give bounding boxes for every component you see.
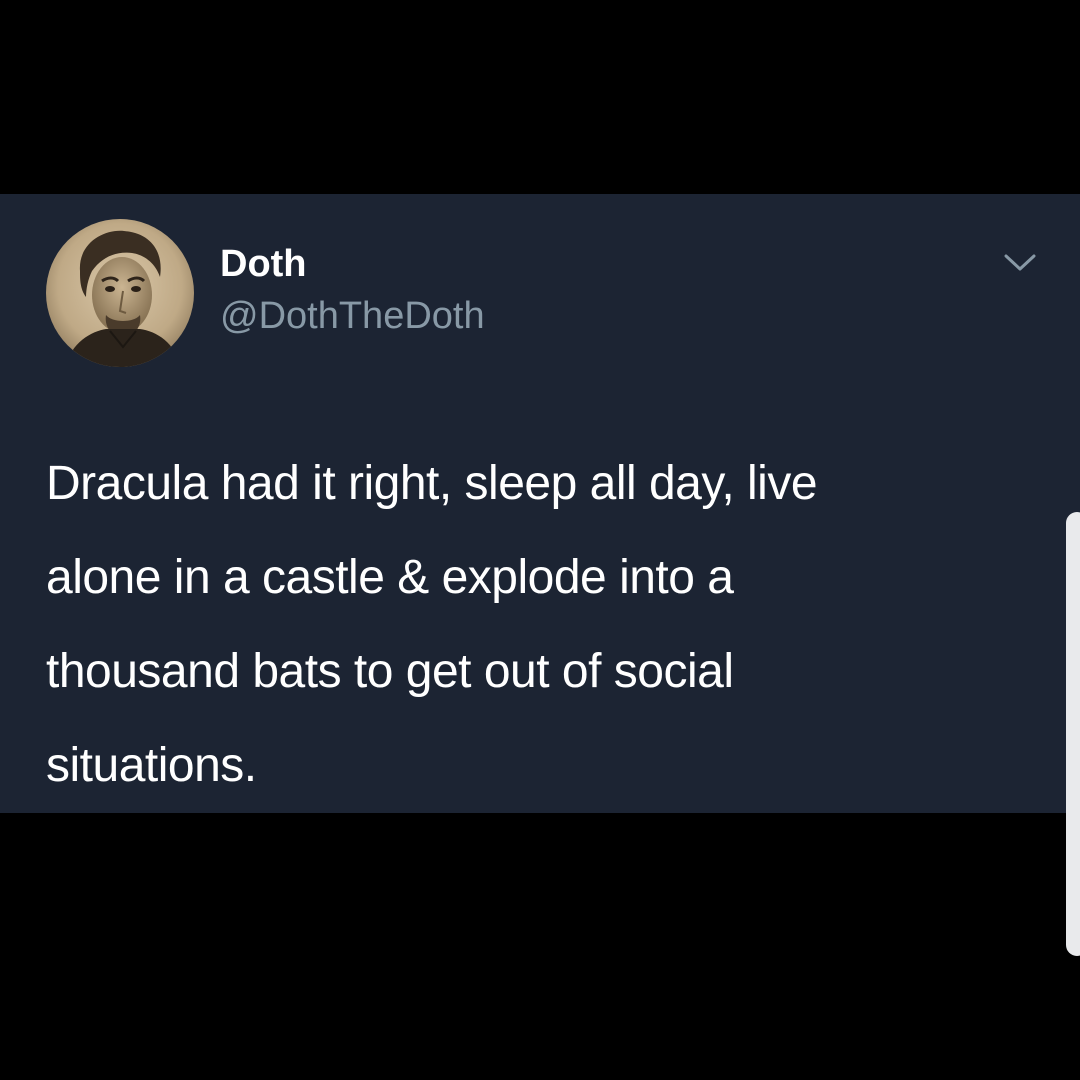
- user-handle[interactable]: @DothTheDoth: [220, 293, 485, 339]
- portrait-avatar-image: [46, 219, 194, 367]
- avatar[interactable]: [46, 219, 194, 367]
- tweet-text: Dracula had it right, sleep all day, liv…: [46, 437, 1036, 813]
- tweet-text-line: thousand bats to get out of social: [46, 645, 734, 698]
- tweet-text-line: situations.: [46, 739, 257, 792]
- tweet-card: Doth @DothTheDoth Dracula had it right, …: [0, 194, 1080, 813]
- chevron-down-icon[interactable]: [1000, 247, 1040, 277]
- tweet-text-line: alone in a castle & explode into a: [46, 551, 734, 604]
- tweet-text-line: Dracula had it right, sleep all day, liv…: [46, 457, 818, 510]
- display-name[interactable]: Doth: [220, 241, 307, 287]
- side-panel-edge: [1066, 512, 1080, 956]
